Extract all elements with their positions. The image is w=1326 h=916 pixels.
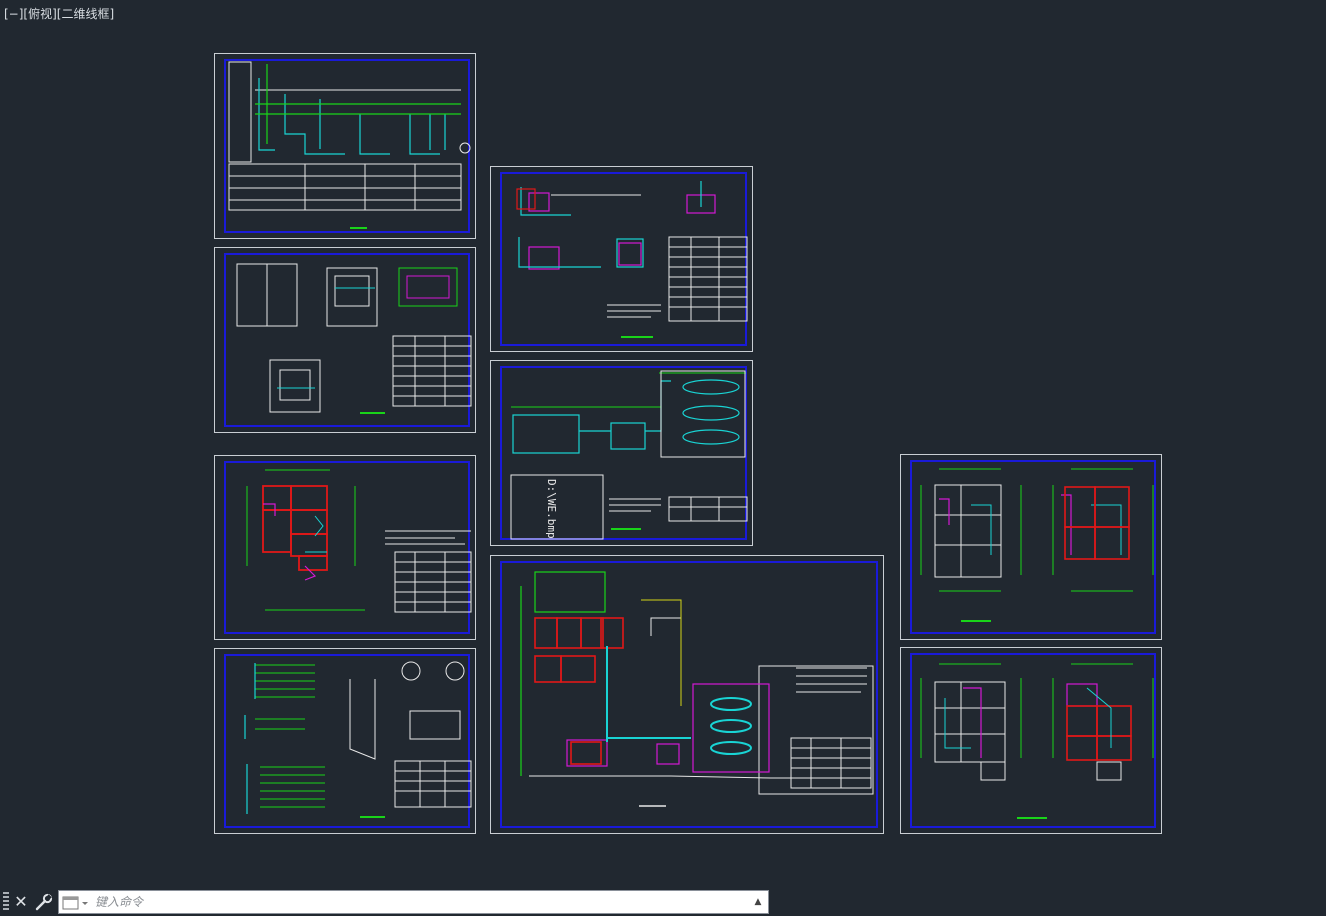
tank-layout-drawing <box>510 370 748 540</box>
section-drawing <box>516 181 748 338</box>
visual-style-menu[interactable]: [二维线框] <box>57 7 114 21</box>
command-input[interactable] <box>95 893 735 911</box>
drawing-sheet-1[interactable] <box>214 53 476 239</box>
drawing-sheet-2[interactable] <box>214 247 476 433</box>
triangle-up-icon[interactable]: ▲ <box>752 895 764 909</box>
site-plan-drawing <box>520 571 874 807</box>
view-menu[interactable]: [俯视] <box>23 7 56 21</box>
drawing-sheet-4[interactable] <box>214 648 476 834</box>
plumbing-floor-plan-2 <box>920 663 1154 819</box>
command-field: ▲ <box>58 890 769 914</box>
command-prompt-icon[interactable] <box>62 895 90 911</box>
drawing-sheet-5[interactable] <box>490 166 753 352</box>
floor-plan-drawing <box>246 469 472 613</box>
drawing-sheet-7[interactable] <box>490 555 884 834</box>
drawing-sheet-3[interactable] <box>214 455 476 640</box>
drawing-sheet-9[interactable] <box>900 647 1162 834</box>
image-placeholder-label: D:\WE.bmp <box>545 479 558 539</box>
command-line-bar: ✕ ▲ <box>0 888 770 916</box>
wrench-icon[interactable] <box>34 892 54 912</box>
drag-handle[interactable] <box>3 892 9 912</box>
viewport-label: [−][俯视][二维线框] <box>4 5 114 22</box>
drawing-sheet-8[interactable] <box>900 454 1162 640</box>
viewport-control-menu[interactable]: [−] <box>4 7 23 21</box>
close-icon[interactable]: ✕ <box>12 892 30 912</box>
detail-drawing <box>236 263 472 414</box>
plumbing-floor-plan-1 <box>920 468 1154 622</box>
system-diagram-drawing <box>244 661 472 818</box>
schematic-drawing <box>228 61 471 229</box>
drawing-sheet-6[interactable] <box>490 360 753 546</box>
